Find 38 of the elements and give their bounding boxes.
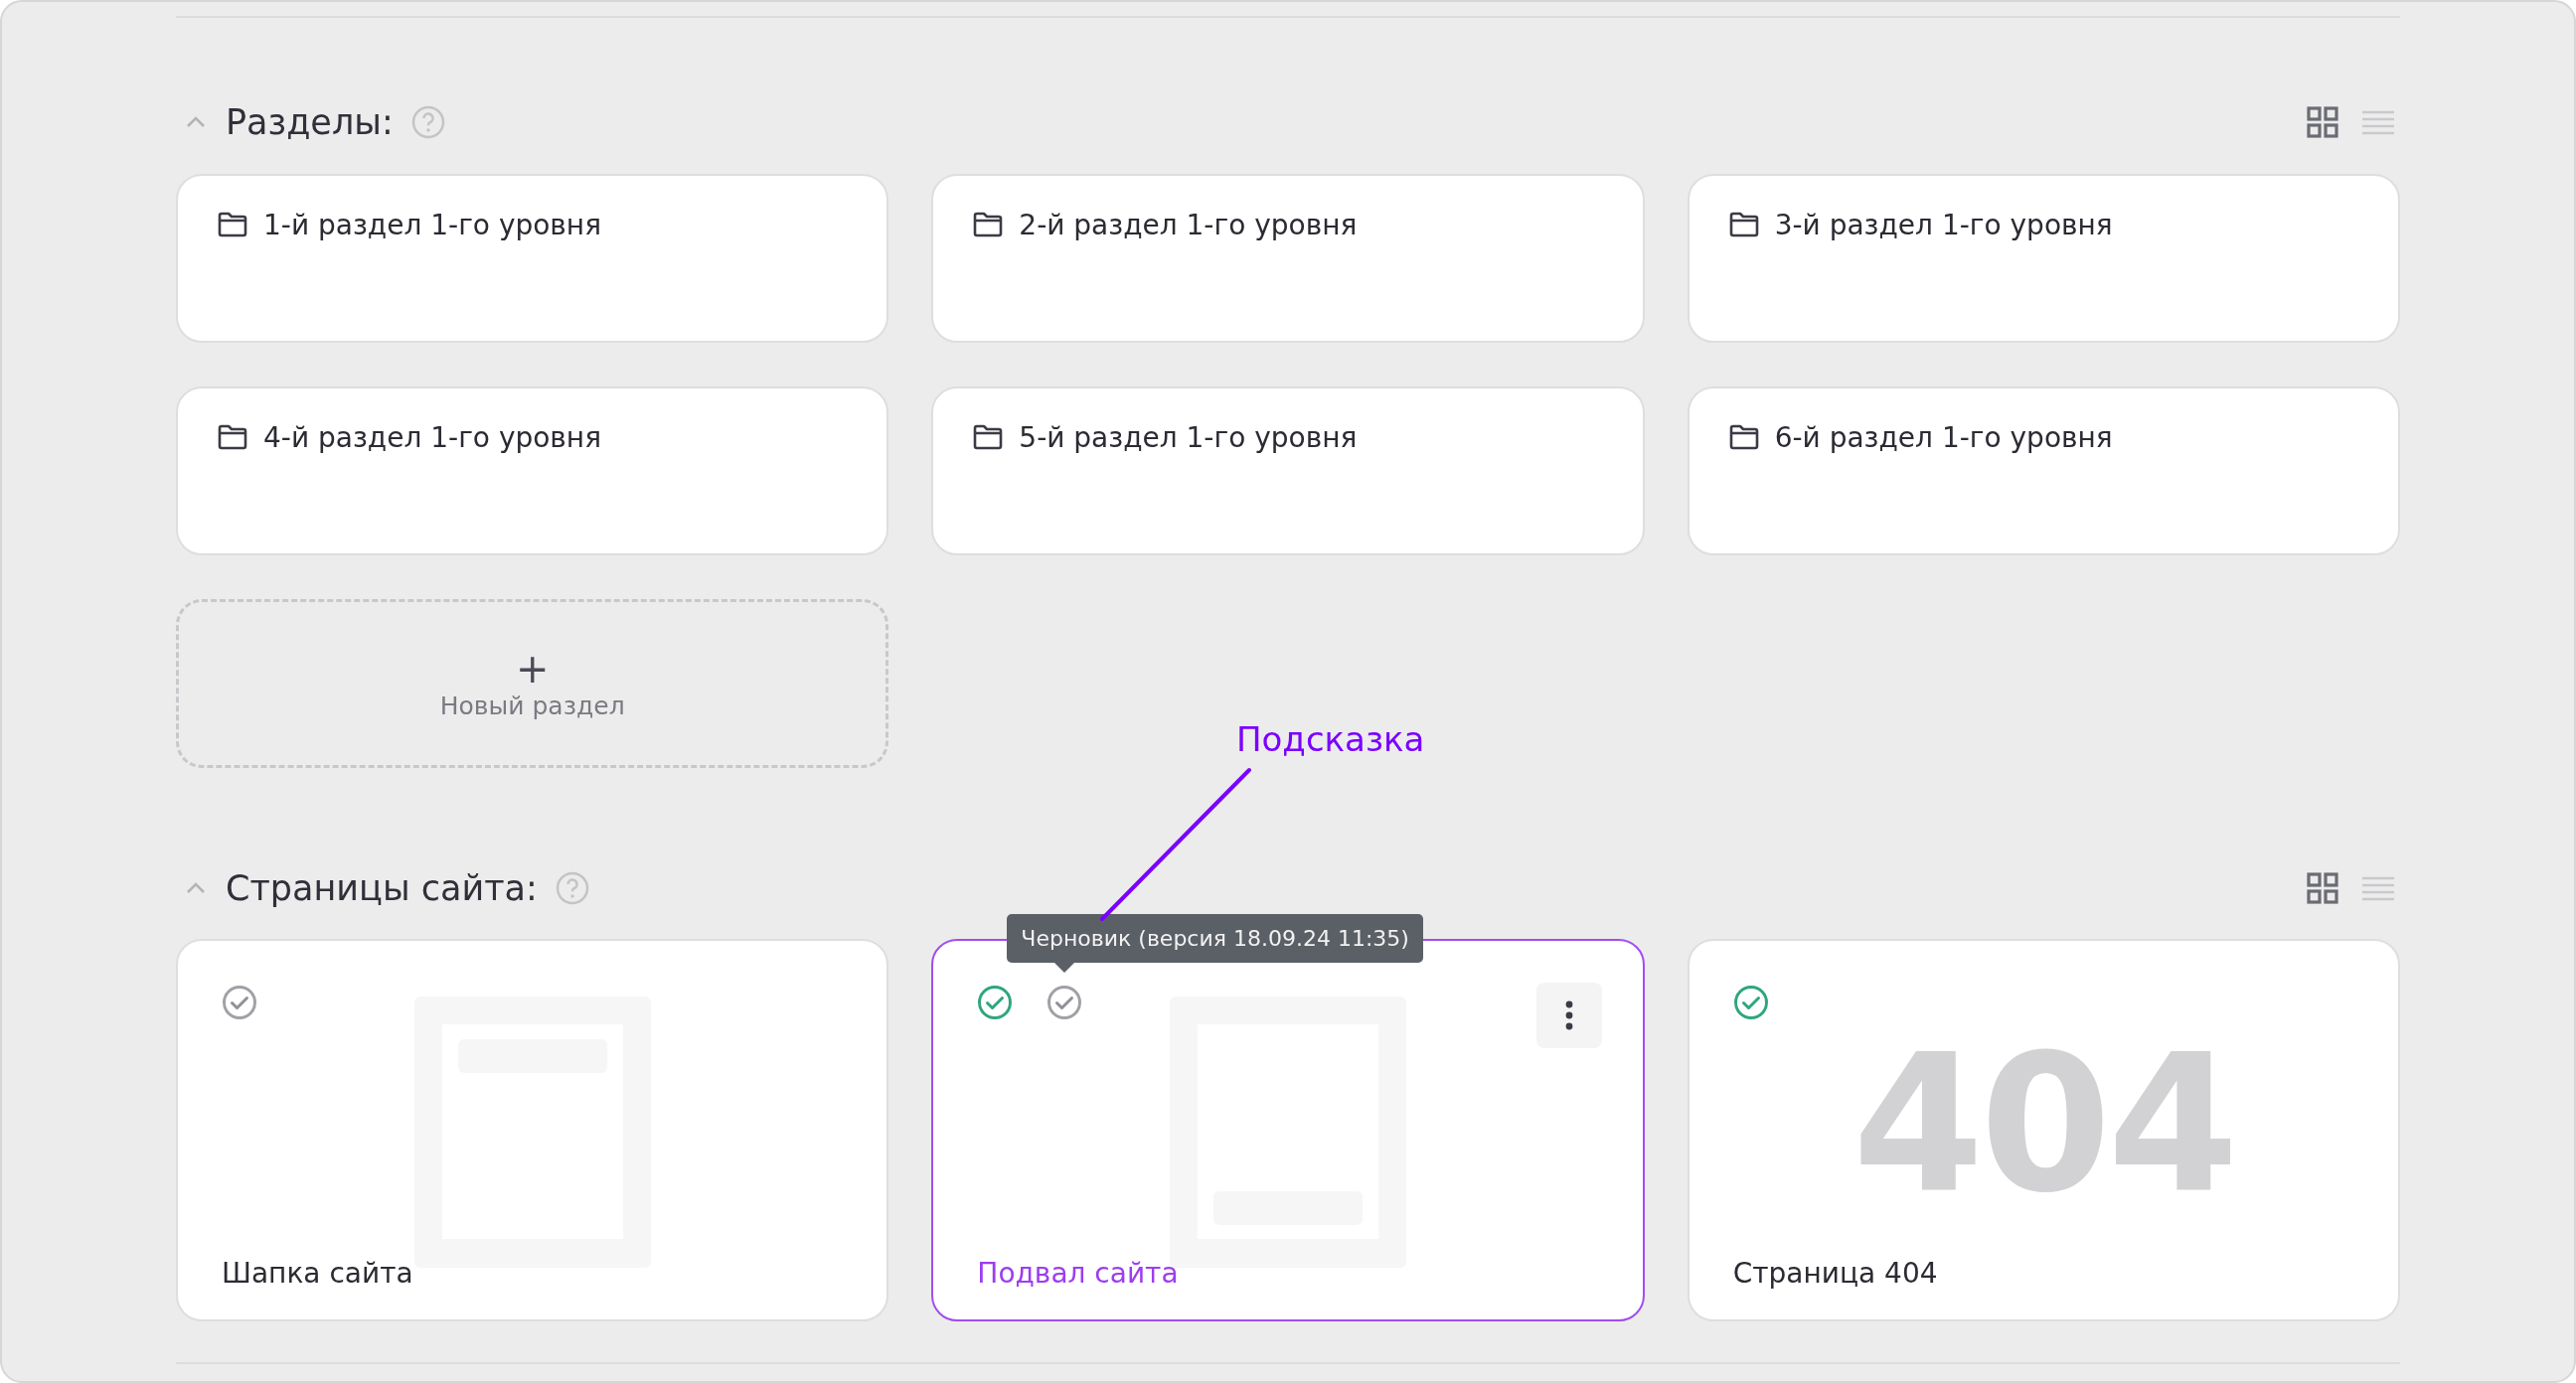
section-card[interactable]: 2-й раздел 1-го уровня <box>931 174 1645 343</box>
folder-icon <box>1728 424 1759 450</box>
section-name: 1-й раздел 1-го уровня <box>263 210 601 241</box>
more-icon <box>1564 1000 1573 1030</box>
section-name: 2-й раздел 1-го уровня <box>1019 210 1358 241</box>
folder-icon <box>218 212 247 237</box>
new-section-button[interactable]: + Новый раздел <box>176 599 889 768</box>
collapse-caret-icon[interactable] <box>186 116 206 128</box>
tooltip: Черновик (версия 18.09.24 11:35) <box>1007 914 1423 963</box>
folder-icon <box>973 424 1004 450</box>
section-card[interactable]: 6-й раздел 1-го уровня <box>1687 386 2400 555</box>
section-name: 3-й раздел 1-го уровня <box>1774 210 2113 241</box>
section-card[interactable]: 5-й раздел 1-го уровня <box>931 386 1645 555</box>
published-check-icon[interactable] <box>977 985 1014 1020</box>
section-title: Страницы сайта: <box>226 868 538 908</box>
section-card[interactable]: 3-й раздел 1-го уровня <box>1687 174 2400 343</box>
page-title: Подвал сайта <box>977 1257 1180 1290</box>
grid-view-icon[interactable] <box>2307 872 2338 904</box>
page-title: Страница 404 <box>1732 1257 1939 1290</box>
section-card[interactable]: 1-й раздел 1-го уровня <box>176 174 889 343</box>
section-title: Разделы: <box>226 102 394 142</box>
more-menu-button[interactable] <box>1535 983 1602 1048</box>
draft-check-icon[interactable] <box>222 985 257 1020</box>
folder-icon <box>218 424 247 450</box>
collapse-caret-icon[interactable] <box>186 882 206 894</box>
section-card[interactable]: 4-й раздел 1-го уровня <box>176 386 889 555</box>
folder-icon <box>1728 212 1759 237</box>
page-card[interactable]: Шапка сайта <box>176 939 889 1321</box>
grid-view-icon[interactable] <box>2307 106 2338 138</box>
page-title: Шапка сайта <box>222 1257 414 1290</box>
draft-check-icon[interactable] <box>1046 985 1083 1020</box>
published-check-icon[interactable] <box>1732 985 1769 1020</box>
section-name: 6-й раздел 1-го уровня <box>1774 422 2113 454</box>
folder-icon <box>973 212 1004 237</box>
tooltip-pointer <box>1054 963 1075 973</box>
annotation-label: Подсказка <box>1236 719 1425 759</box>
section-name: 5-й раздел 1-го уровня <box>1019 422 1358 454</box>
section-name: 4-й раздел 1-го уровня <box>263 422 601 454</box>
